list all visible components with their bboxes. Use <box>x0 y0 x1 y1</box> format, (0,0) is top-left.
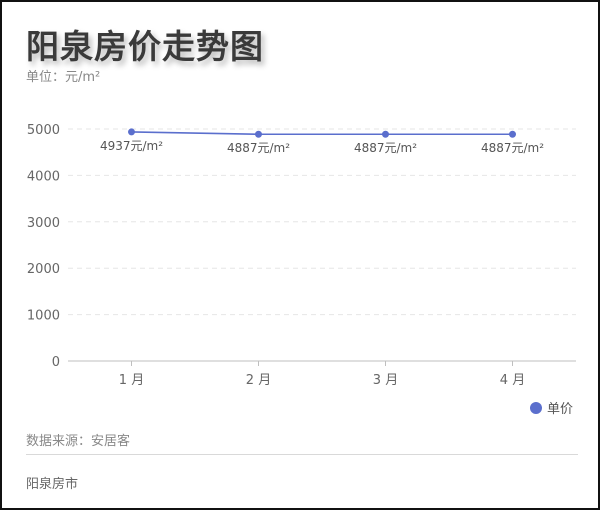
y-tick-label: 5000 <box>27 123 60 138</box>
series-line <box>131 131 513 136</box>
data-label: 4887元/m² <box>354 141 417 155</box>
y-tick-label: 2000 <box>27 262 60 277</box>
legend-marker <box>530 402 542 414</box>
divider <box>26 454 578 455</box>
data-point <box>382 130 389 138</box>
data-point <box>128 128 135 136</box>
footer-label: 阳泉房市 <box>26 477 79 492</box>
x-tick-label: 4 月 <box>500 373 525 388</box>
data-point <box>509 130 516 138</box>
data-label: 4887元/m² <box>227 141 290 155</box>
data-label: 4937元/m² <box>100 139 163 153</box>
chart-frame: 阳泉房价走势图 单位：元/m² 0 1000 2000 3000 4000 5000 1 月… <box>0 0 600 510</box>
y-tick-label: 0 <box>52 355 60 370</box>
x-tick-label: 1 月 <box>119 373 144 388</box>
data-label: 4887元/m² <box>481 141 544 155</box>
line-chart: 0 1000 2000 3000 4000 5000 1 月 2 月 3 月 4 月 4937元/m… <box>27 123 576 417</box>
y-tick-label: 3000 <box>27 216 60 231</box>
legend-label: 单价 <box>547 402 573 417</box>
x-tick-label: 3 月 <box>373 373 398 388</box>
y-tick-label: 4000 <box>27 169 60 184</box>
x-tick-label: 2 月 <box>246 373 271 388</box>
data-point <box>255 130 262 138</box>
data-source: 数据来源：安居客 <box>26 434 131 449</box>
y-tick-label: 1000 <box>27 309 60 324</box>
